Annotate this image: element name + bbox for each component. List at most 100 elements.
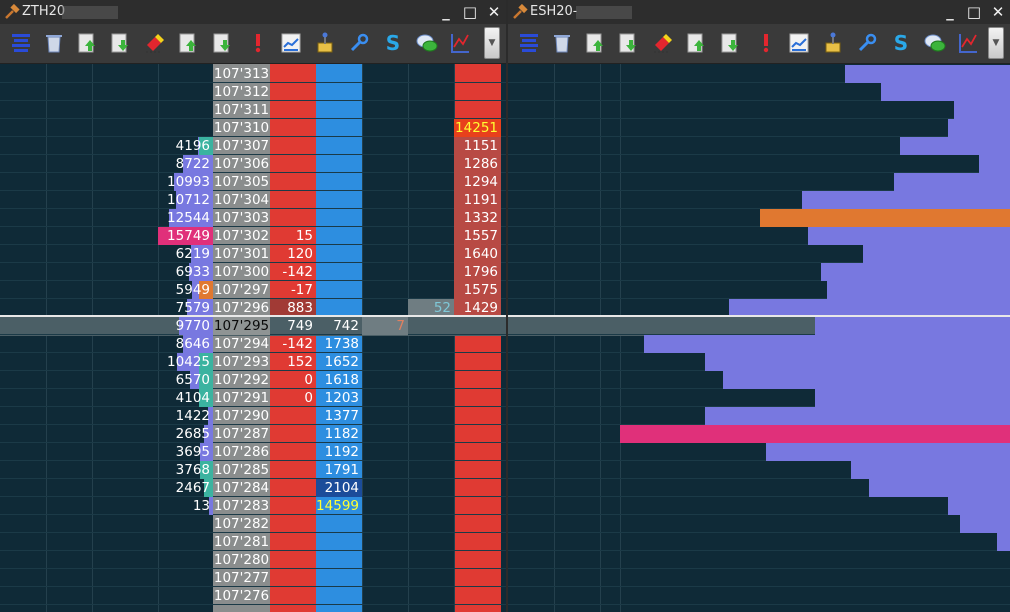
ladder-row[interactable]: 101813343.25127: [508, 425, 1010, 443]
ladder-row[interactable]: 98143344.5084901525: [508, 335, 1010, 353]
ladder-row[interactable]: 45383347.75: [508, 101, 1010, 119]
close-button[interactable]: ✕: [988, 2, 1008, 22]
ladder-row[interactable]: 10993 107'305 1294: [0, 173, 506, 191]
down-arrow-button[interactable]: [106, 28, 136, 58]
eraser-button[interactable]: [140, 28, 170, 58]
ladder-row[interactable]: 107'310 14251: [0, 119, 506, 137]
maximize-button[interactable]: □: [964, 2, 984, 22]
ladder-row[interactable]: 64403348.25: [508, 65, 1010, 83]
minimize-button[interactable]: _: [940, 2, 960, 22]
ladder-row[interactable]: 107'280: [0, 551, 506, 569]
ladder-row[interactable]: 15749 107'302 15 1557: [0, 227, 506, 245]
chat-button[interactable]: [412, 28, 442, 58]
ladder-row[interactable]: 2467 107'284 2104: [0, 479, 506, 497]
alert-button[interactable]: [243, 28, 273, 58]
trade-count: [408, 65, 451, 83]
ladder-row[interactable]: 5949 107'297 -17 1575: [0, 281, 506, 299]
alert-button[interactable]: [751, 28, 781, 58]
joystick-button[interactable]: [310, 28, 340, 58]
minimize-button[interactable]: _: [436, 2, 456, 22]
ladder-row[interactable]: 107'282: [0, 515, 506, 533]
ladder-row[interactable]: 69663344.75-7982916: [508, 317, 1010, 335]
graph-button[interactable]: [445, 28, 475, 58]
ladder-row[interactable]: 8722 107'306 1286: [0, 155, 506, 173]
toolbar-dropdown-button[interactable]: ▼: [988, 27, 1004, 59]
depth-button[interactable]: [6, 28, 36, 58]
up-arrow-button[interactable]: [682, 28, 712, 58]
down-arrow-button[interactable]: [614, 28, 644, 58]
ladder-row[interactable]: 55143347.251191: [508, 137, 1010, 155]
ladder-row[interactable]: 78163346.25129: [508, 209, 1010, 227]
wrench-button[interactable]: [852, 28, 882, 58]
ladder-row[interactable]: 57813348.00: [508, 83, 1010, 101]
chat-button[interactable]: [920, 28, 950, 58]
up-arrow-button[interactable]: [73, 28, 103, 58]
chart-button[interactable]: [276, 28, 306, 58]
ladder-row[interactable]: 13 107'283 14599: [0, 497, 506, 515]
ladder-row[interactable]: 8646 107'294 -142 1738: [0, 335, 506, 353]
ladder-row[interactable]: 38503341.75: [508, 533, 1010, 551]
up-arrow-button[interactable]: [581, 28, 611, 58]
ladder-row[interactable]: 107'312: [0, 83, 506, 101]
ladder-row[interactable]: 107'311: [0, 101, 506, 119]
price-level: 107'281: [213, 534, 270, 550]
ladder-row[interactable]: 6933 107'300 -142 1796: [0, 263, 506, 281]
trash-button[interactable]: [547, 28, 577, 58]
ladder-row[interactable]: 84503344.00-21026: [508, 371, 1010, 389]
ladder-row[interactable]: 27903341.25: [508, 569, 1010, 587]
ladder-row[interactable]: 12544 107'303 1332: [0, 209, 506, 227]
trade-count: [362, 65, 405, 83]
ladder-row[interactable]: 47083342.25101: [508, 497, 1010, 515]
down-arrow-button[interactable]: [716, 28, 746, 58]
ladder-row[interactable]: 34773341.50: [508, 551, 1010, 569]
eraser-button[interactable]: [648, 28, 678, 58]
ladder-row[interactable]: 87543344.2544151156: [508, 353, 1010, 371]
maximize-button[interactable]: □: [460, 2, 480, 22]
ladder-row[interactable]: 3768 107'285 1791: [0, 461, 506, 479]
ladder-row[interactable]: 69773343.75-3120: [508, 389, 1010, 407]
ladder-row[interactable]: 107'281: [0, 533, 506, 551]
ladder-row[interactable]: 10425 107'293 152 1652: [0, 353, 506, 371]
ladder-row[interactable]: 56313346.75102: [508, 173, 1010, 191]
ladder-row[interactable]: 1422 107'290 1377: [0, 407, 506, 425]
ladder-row[interactable]: 107'313: [0, 65, 506, 83]
ladder-row[interactable]: 68463345.50-25139: [508, 263, 1010, 281]
down-arrow-button[interactable]: [208, 28, 238, 58]
ladder-row[interactable]: 44543342.001195: [508, 515, 1010, 533]
ladder-row[interactable]: 46933347.50: [508, 119, 1010, 137]
ladder-row[interactable]: 87813343.50-2112: [508, 407, 1010, 425]
bid-size: 4708: [508, 497, 1010, 515]
wrench-button[interactable]: [344, 28, 374, 58]
ladder-row[interactable]: 10712 107'304 1191: [0, 191, 506, 209]
ladder-row[interactable]: 9770 107'295 749 742 7: [0, 317, 506, 335]
ladder-row[interactable]: 22403341.00: [508, 587, 1010, 605]
up-arrow-button[interactable]: [174, 28, 204, 58]
depth-button[interactable]: [514, 28, 544, 58]
ladder-row[interactable]: 6219 107'301 120 1640: [0, 245, 506, 263]
ladder-row[interactable]: 71563346.50137: [508, 191, 1010, 209]
ladder-row[interactable]: 107'276: [0, 587, 506, 605]
ladder-row[interactable]: 41273347.00160: [508, 155, 1010, 173]
toolbar-dropdown-button[interactable]: ▼: [484, 27, 500, 59]
ladder-row[interactable]: 70613346.00171: [508, 227, 1010, 245]
ladder-row[interactable]: 60983345.75-25116: [508, 245, 1010, 263]
ladder-row[interactable]: 4104 107'291 0 1203: [0, 389, 506, 407]
ladder-row[interactable]: 3695 107'286 1192: [0, 443, 506, 461]
ladder-row[interactable]: 6570 107'292 0 1618: [0, 371, 506, 389]
price-level: 107'303: [213, 210, 270, 226]
s-button[interactable]: S: [378, 28, 408, 58]
ladder-row[interactable]: 67563345.25-216111: [508, 281, 1010, 299]
close-button[interactable]: ✕: [484, 2, 504, 22]
joystick-button[interactable]: [818, 28, 848, 58]
ladder-row[interactable]: 63243342.7589: [508, 461, 1010, 479]
ladder-row[interactable]: 107'277: [0, 569, 506, 587]
ladder-row[interactable]: 2685 107'287 1182: [0, 425, 506, 443]
trash-button[interactable]: [39, 28, 69, 58]
chart-button[interactable]: [784, 28, 814, 58]
s-button[interactable]: S: [886, 28, 916, 58]
title-bar: ZTH20 _ □ ✕: [0, 0, 506, 24]
ladder-row[interactable]: 77873343.00200: [508, 443, 1010, 461]
ladder-row[interactable]: 60303342.50103: [508, 479, 1010, 497]
graph-button[interactable]: [953, 28, 983, 58]
ladder-row[interactable]: 4196 107'307 1151: [0, 137, 506, 155]
